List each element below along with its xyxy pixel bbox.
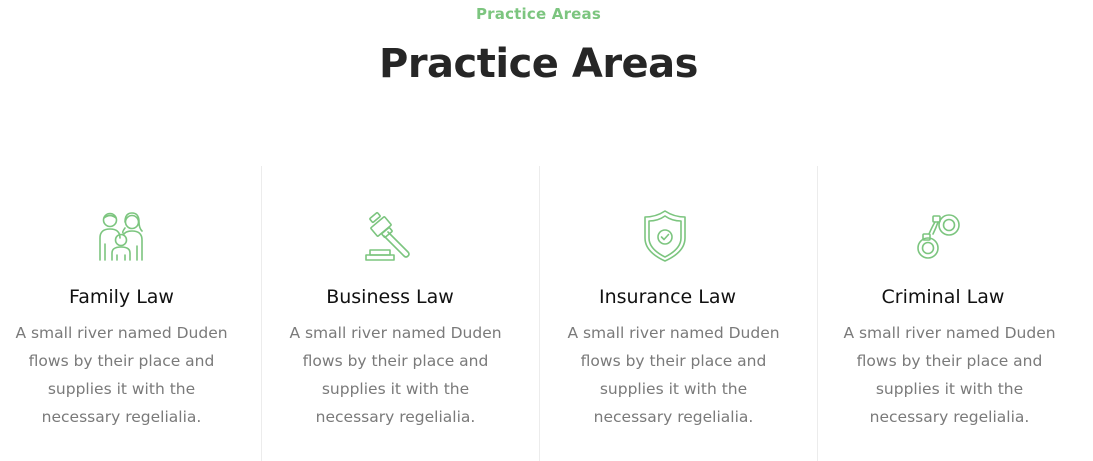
practice-areas-list: Family Law A small river named Duden flo… xyxy=(0,166,1093,461)
shield-check-icon xyxy=(637,208,693,264)
gavel-icon xyxy=(360,208,416,264)
section-eyebrow: Practice Areas xyxy=(475,5,602,23)
practice-area-description: A small river named Duden flows by their… xyxy=(15,324,228,426)
practice-area-title: Criminal Law xyxy=(881,286,1005,308)
practice-area-insurance-law[interactable]: Insurance Law A small river named Duden … xyxy=(540,166,818,461)
practice-area-title: Business Law xyxy=(326,286,454,308)
practice-area-family-law[interactable]: Family Law A small river named Duden flo… xyxy=(0,166,262,461)
practice-area-business-law[interactable]: Business Law A small river named Duden f… xyxy=(262,166,540,461)
practice-area-description: A small river named Duden flows by their… xyxy=(567,324,780,426)
family-icon xyxy=(93,208,149,264)
practice-area-title: Family Law xyxy=(69,286,174,308)
practice-area-title: Insurance Law xyxy=(598,286,737,308)
practice-area-description: A small river named Duden flows by their… xyxy=(843,324,1056,426)
practice-area-criminal-law[interactable]: Criminal Law A small river named Duden f… xyxy=(818,166,1093,461)
practice-areas-section: Practice Areas Practice Areas Family Law… xyxy=(0,0,1093,461)
handcuffs-icon xyxy=(911,208,967,264)
section-title: Practice Areas xyxy=(379,41,698,87)
practice-area-description: A small river named Duden flows by their… xyxy=(289,324,502,426)
